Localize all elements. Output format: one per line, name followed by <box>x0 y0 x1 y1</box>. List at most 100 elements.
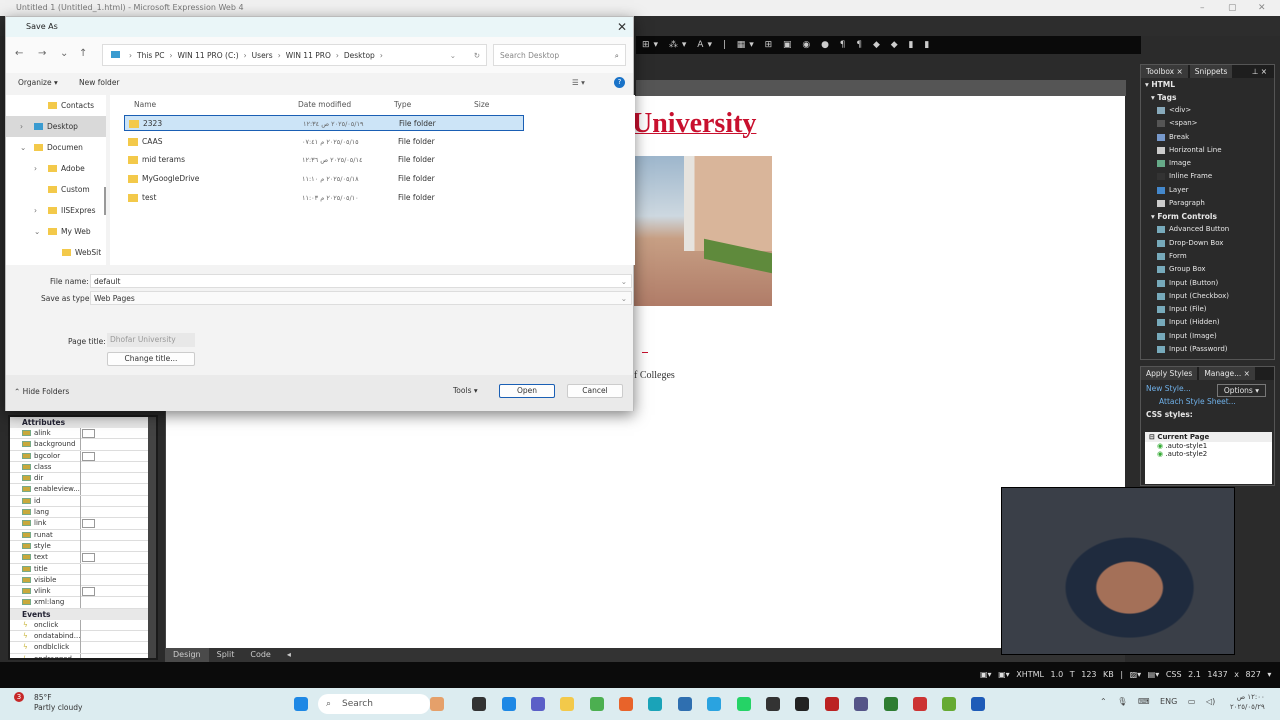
toolbox-item[interactable]: Input (Hidden) <box>1141 316 1274 329</box>
back-button[interactable]: ← <box>15 48 23 59</box>
address-dropdown-icon[interactable]: ⌄ <box>450 45 456 66</box>
save-as-type-select[interactable]: Web Pages ⌄ <box>90 291 632 305</box>
attribute-row[interactable]: runat <box>10 529 156 541</box>
event-row[interactable]: ϟ ondatabind... <box>10 631 156 643</box>
help-icon[interactable]: ? <box>614 77 625 88</box>
attribute-row[interactable]: bgcolor <box>10 450 156 462</box>
color-swatch[interactable] <box>82 429 95 438</box>
file-row[interactable]: MyGoogleDrive ٢٠٢٥/٠٥/١٨ م ١١:١٠ File fold… <box>124 171 524 187</box>
expression-web-app[interactable] <box>942 697 956 711</box>
expand-chevron-icon[interactable]: ⌄ <box>20 137 26 158</box>
chevron-down-icon[interactable]: ⌄ <box>621 292 627 305</box>
toolbox-item[interactable]: Input (Password) <box>1141 343 1274 356</box>
breadcrumb-item[interactable]: Users <box>252 51 273 60</box>
minimize-button[interactable]: – <box>1200 0 1205 16</box>
app-pinned[interactable] <box>884 697 898 711</box>
expand-chevron-icon[interactable]: › <box>20 116 23 137</box>
maximize-button[interactable]: ▢ <box>1228 0 1237 16</box>
color-swatch[interactable] <box>82 519 95 529</box>
attributes-header[interactable]: Attributes <box>10 417 156 428</box>
toolbox-item[interactable]: Input (Checkbox) <box>1141 290 1274 303</box>
current-page-group[interactable]: ⊟ Current Page <box>1145 432 1272 442</box>
column-type[interactable]: Type <box>394 100 411 109</box>
keyboard-icon[interactable]: ⌨ <box>1138 697 1150 706</box>
attribute-row[interactable]: alink <box>10 428 156 440</box>
folder-tree-item[interactable]: › Desktop <box>6 116 106 137</box>
attribute-row[interactable]: vlink <box>10 586 156 598</box>
column-name[interactable]: Name <box>134 100 156 109</box>
attribute-row[interactable]: xml:lang <box>10 597 156 609</box>
column-size[interactable]: Size <box>474 100 489 109</box>
toolbox-item[interactable]: Image <box>1141 157 1274 170</box>
expand-chevron-icon[interactable]: › <box>34 200 37 221</box>
folder-tree-item[interactable]: WebSit <box>6 242 106 263</box>
volume-icon[interactable]: ◁) <box>1206 697 1215 706</box>
tools-button[interactable]: Tools ▾ <box>453 386 478 395</box>
attribute-row[interactable]: link <box>10 518 156 530</box>
breadcrumb-item[interactable]: WIN 11 PRO <box>286 51 331 60</box>
toolbox-item[interactable]: Break <box>1141 131 1274 144</box>
tab-code[interactable]: Code <box>242 648 278 662</box>
edge-app[interactable] <box>648 697 662 711</box>
toolbox-item[interactable]: Input (File) <box>1141 303 1274 316</box>
color-swatch[interactable] <box>82 451 95 461</box>
new-folder-button[interactable]: New folder <box>79 73 120 93</box>
attribute-row[interactable]: style <box>10 540 156 553</box>
network-icon[interactable]: ▭ <box>1188 697 1196 706</box>
breadcrumb-item[interactable]: WIN 11 PRO (C:) <box>177 51 238 60</box>
attribute-row[interactable]: dir <box>10 473 156 485</box>
cancel-button[interactable]: Cancel <box>567 384 623 398</box>
toolbox-item[interactable]: Advanced Button <box>1141 223 1274 236</box>
options-button[interactable]: Options ▾ <box>1216 384 1266 397</box>
file-row[interactable]: mid terams ٢٠٢٥/٠٥/١٤ ص ١٢:٣٦ File folder <box>124 152 524 168</box>
explorer-app[interactable] <box>430 697 444 711</box>
breadcrumb-item[interactable]: This PC <box>137 51 164 60</box>
visual-aids-icon[interactable]: ▨▾ ▤▾ <box>1130 670 1160 679</box>
attribute-row[interactable]: enableview... <box>10 484 156 496</box>
tab-manage-styles[interactable]: Manage... × <box>1199 367 1255 380</box>
page-icon[interactable]: ▣▾ ▣▾ <box>980 670 1010 679</box>
organize-button[interactable]: Organize ▾ <box>18 73 58 93</box>
style-item[interactable]: ◉ .auto-style1 <box>1145 442 1272 450</box>
firefox-app[interactable] <box>619 697 633 711</box>
toolbox-item[interactable]: Horizontal Line <box>1141 144 1274 157</box>
folder-tree-item[interactable]: › Adobe <box>6 158 106 179</box>
dialog-close-button[interactable]: ✕ <box>617 17 627 37</box>
properties-scrollbar[interactable] <box>148 417 156 658</box>
left-arrow-icon[interactable]: ◂ <box>279 648 299 662</box>
event-row[interactable]: ϟ ondblclick <box>10 642 156 654</box>
address-bar[interactable]: › This PC › WIN 11 PRO (C:) › Users › WIN 11 PR… <box>102 44 487 66</box>
tags-group[interactable]: ▾ Tags <box>1141 91 1274 104</box>
close-app-button[interactable]: ✕ <box>1258 0 1266 16</box>
start-button[interactable] <box>294 697 308 711</box>
hide-folders-button[interactable]: ⌃ Hide Folders <box>14 387 69 396</box>
tree-scrollbar[interactable] <box>104 187 106 215</box>
file-row[interactable]: CAAS ٢٠٢٥/٠٥/١٥ م ٠٧:٤١ File folder <box>124 134 524 150</box>
folder-tree-item[interactable]: Custom <box>6 179 106 200</box>
app-pinned[interactable] <box>766 697 780 711</box>
toolbox-item[interactable]: Input (Button) <box>1141 277 1274 290</box>
app-pinned[interactable] <box>854 697 868 711</box>
language-indicator[interactable]: ENG <box>1160 697 1177 706</box>
teams-app[interactable] <box>531 697 545 711</box>
tab-snippets[interactable]: Snippets <box>1189 65 1233 78</box>
chrome-app[interactable] <box>590 697 604 711</box>
toolbox-item[interactable]: Input (Image) <box>1141 330 1274 343</box>
attribute-row[interactable]: class <box>10 461 156 474</box>
event-row[interactable]: ϟ onclick <box>10 619 156 632</box>
formatting-toolbar[interactable]: ⊞▾ ⁂▾ A▾ | ▦▾ ⊞ ▣ ◉ ● ¶ ¶ ◆ ◆ ▮ ▮ <box>636 36 1141 54</box>
toolbox-item[interactable]: Form <box>1141 250 1274 263</box>
html-group[interactable]: ▾ HTML <box>1141 78 1274 91</box>
toolbox-item[interactable]: <div> <box>1141 104 1274 117</box>
attach-style-sheet-link[interactable]: Attach Style Sheet... <box>1141 397 1274 410</box>
clock[interactable]: ١٢:٠٠ ص ٢٠٢٥/٠٥/٢٩ <box>1230 692 1265 712</box>
tab-design[interactable]: Design <box>165 648 209 662</box>
color-swatch[interactable] <box>82 587 95 597</box>
events-header[interactable]: Events <box>10 608 156 620</box>
tab-split[interactable]: Split <box>209 648 243 662</box>
up-button[interactable]: ↑ <box>79 48 87 59</box>
folder-tree-item[interactable]: Contacts <box>6 95 106 116</box>
recent-locations-button[interactable]: ⌄ <box>60 48 68 59</box>
toolbox-item[interactable]: <span> <box>1141 117 1274 130</box>
folder-tree-item[interactable]: ⌄ Documen <box>6 137 106 158</box>
